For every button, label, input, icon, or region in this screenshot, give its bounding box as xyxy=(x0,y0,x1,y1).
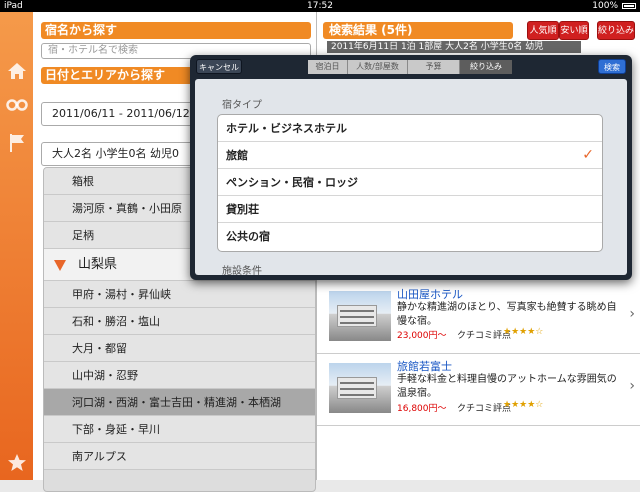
area-label: 石和・勝沼・塩山 xyxy=(72,315,160,328)
hotel-row[interactable]: 山田屋ホテル 静かな精進湖のほとり、写真家も絶賛する眺め自慢な宿。 23,000… xyxy=(317,282,640,354)
option-hotel[interactable]: ホテル・ビジネスホテル xyxy=(218,115,602,142)
tab-guests-rooms[interactable]: 人数/部屋数 xyxy=(348,60,408,74)
sort-popular-button[interactable]: 人気順 xyxy=(527,21,559,40)
area-label: 箱根 xyxy=(72,175,94,188)
battery-percent: 100% xyxy=(592,1,618,11)
area-item[interactable]: 山中湖・忍野 xyxy=(44,362,315,389)
hotel-description: 手軽な料金と料理自慢のアットホームな雰囲気の温泉宿。 xyxy=(397,374,617,399)
filter-popover: キャンセル 宿泊日 人数/部屋数 予算 絞り込み 検索 宿タイプ ホテル・ビジネ… xyxy=(190,55,632,280)
option-label: 旅館 xyxy=(226,149,248,162)
area-item[interactable]: 大月・都留 xyxy=(44,335,315,362)
area-item[interactable]: 甲府・湯村・昇仙峡 xyxy=(44,281,315,308)
popover-content: 宿タイプ ホテル・ビジネスホテル 旅館 ✓ ペンション・民宿・ロッジ 貸別荘 公… xyxy=(195,79,627,275)
hotel-description: 静かな精進湖のほとり、写真家も絶賛する眺め自慢な宿。 xyxy=(397,302,617,327)
filter-button[interactable]: 絞り込み xyxy=(597,21,635,40)
checkmark-icon: ✓ xyxy=(582,147,594,163)
sort-cheap-button[interactable]: 安い順 xyxy=(559,21,589,40)
home-icon[interactable] xyxy=(6,60,28,82)
hotel-name[interactable]: 旅館若富士 xyxy=(397,358,452,374)
hotel-row[interactable]: 旅館若富士 手軽な料金と料理自慢のアットホームな雰囲気の温泉宿。 16,800円… xyxy=(317,354,640,426)
inn-type-header: 宿タイプ xyxy=(222,100,262,111)
area-item[interactable]: 南アルプス xyxy=(44,443,315,470)
status-bar: iPad 17:52 100% xyxy=(0,0,640,12)
prefecture-label: 山梨県 xyxy=(78,257,118,272)
area-item[interactable]: 下部・身延・早川 xyxy=(44,416,315,443)
chevron-right-icon: › xyxy=(629,378,635,394)
facility-header: 施設条件 xyxy=(222,266,262,275)
area-label: 河口湖・西湖・富士吉田・精進湖・本栖湖 xyxy=(72,396,281,409)
option-pension[interactable]: ペンション・民宿・ロッジ xyxy=(218,169,602,196)
area-item[interactable]: 石和・勝沼・塩山 xyxy=(44,308,315,335)
clock: 17:52 xyxy=(307,1,333,11)
flag-icon[interactable] xyxy=(6,132,28,154)
option-public-inn[interactable]: 公共の宿 xyxy=(218,223,602,250)
hotel-price: 23,000円〜 xyxy=(397,331,447,341)
tab-filter[interactable]: 絞り込み xyxy=(460,60,512,74)
search-condition: 2011年6月11日 1泊 1部屋 大人2名 小学生0名 幼児 xyxy=(327,41,581,53)
option-label: 公共の宿 xyxy=(226,230,270,243)
rating-stars: ★★★★☆ xyxy=(503,400,544,410)
expand-triangle-icon xyxy=(54,260,66,271)
area-label: 下部・身延・早川 xyxy=(72,423,160,436)
inn-type-options: ホテル・ビジネスホテル 旅館 ✓ ペンション・民宿・ロッジ 貸別荘 公共の宿 xyxy=(217,114,603,252)
option-label: 貸別荘 xyxy=(226,203,259,216)
hotel-photo xyxy=(329,291,391,341)
option-villa[interactable]: 貸別荘 xyxy=(218,196,602,223)
option-label: ホテル・ビジネスホテル xyxy=(226,122,347,135)
area-label: 山中湖・忍野 xyxy=(72,369,138,382)
search-button[interactable]: 検索 xyxy=(598,59,626,74)
area-label: 甲府・湯村・昇仙峡 xyxy=(72,288,171,301)
rating-stars: ★★★★☆ xyxy=(503,327,544,337)
option-label: ペンション・民宿・ロッジ xyxy=(226,176,358,189)
results-title: 検索結果 (5件) xyxy=(323,22,513,39)
star-icon[interactable] xyxy=(6,452,28,474)
chevron-right-icon: › xyxy=(629,306,635,322)
tab-stay-date[interactable]: 宿泊日 xyxy=(308,60,348,74)
area-label: 大月・都留 xyxy=(72,342,127,355)
hotel-price: 16,800円〜 xyxy=(397,404,447,414)
left-nav xyxy=(0,12,33,480)
cancel-button[interactable]: キャンセル xyxy=(196,59,242,74)
area-label: 南アルプス xyxy=(72,450,127,463)
area-label: 足柄 xyxy=(72,229,94,242)
area-item-selected[interactable]: 河口湖・西湖・富士吉田・精進湖・本栖湖 xyxy=(44,389,315,416)
name-search-title: 宿名から探す xyxy=(41,22,311,39)
hotel-name[interactable]: 山田屋ホテル xyxy=(397,286,463,302)
hotel-photo xyxy=(329,363,391,413)
battery-icon xyxy=(622,3,636,9)
tab-budget[interactable]: 予算 xyxy=(408,60,460,74)
option-ryokan[interactable]: 旅館 ✓ xyxy=(218,142,602,169)
area-label: 湯河原・真鶴・小田原 xyxy=(72,202,182,215)
glasses-icon[interactable] xyxy=(6,94,28,116)
